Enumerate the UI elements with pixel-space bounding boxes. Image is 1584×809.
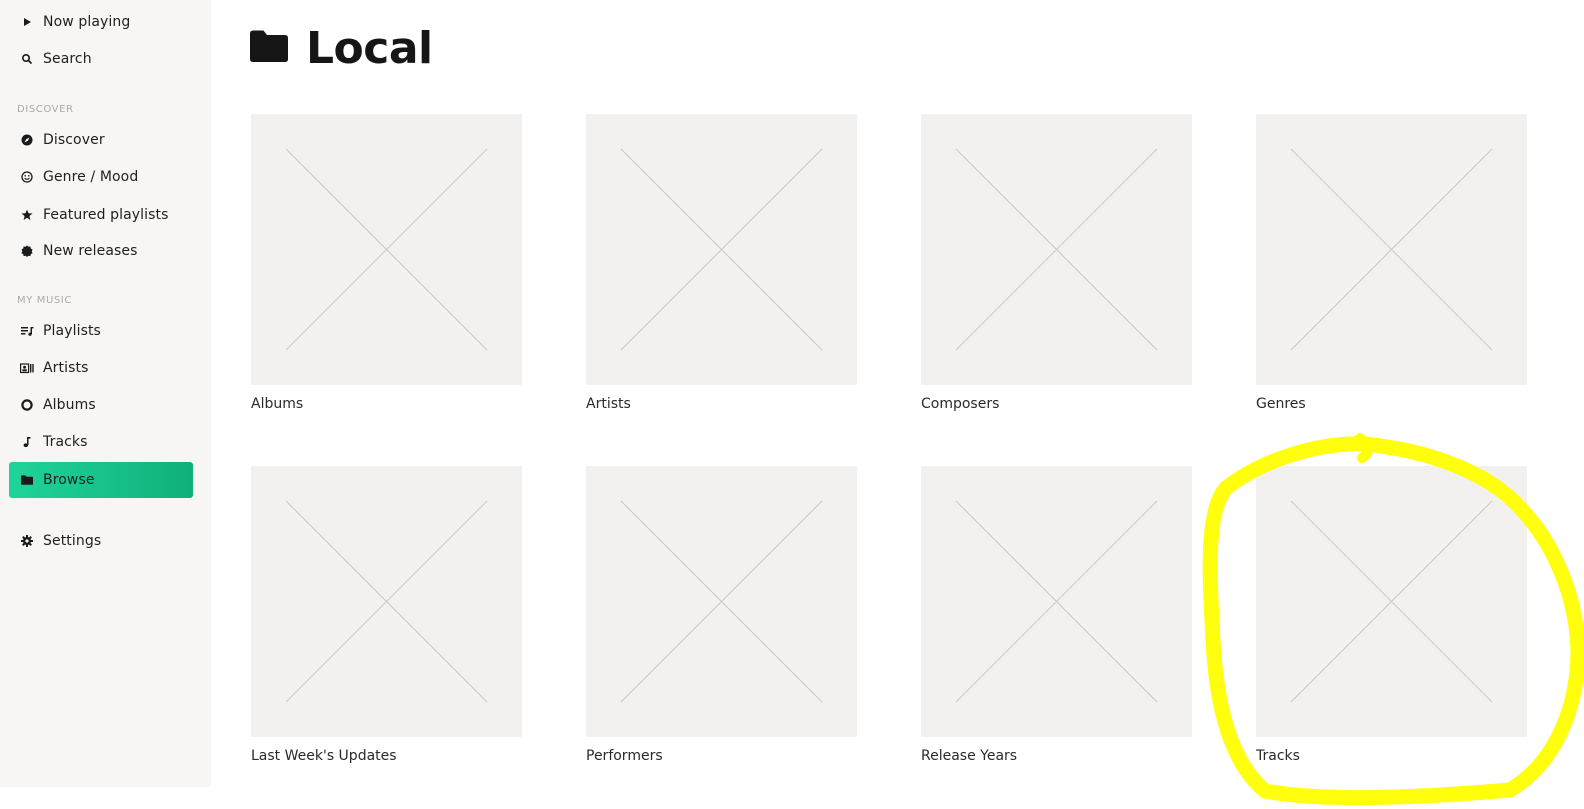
placeholder-image <box>586 114 857 385</box>
nav-search[interactable]: Search <box>9 41 193 77</box>
new-badge-icon <box>20 245 34 257</box>
nav-new-releases[interactable]: New releases <box>9 233 193 269</box>
tile-label: Genres <box>1256 396 1306 412</box>
tile-label: Tracks <box>1256 748 1300 764</box>
music-note-icon <box>20 436 34 448</box>
compass-icon <box>20 134 34 146</box>
section-label-discover: DISCOVER <box>17 104 74 115</box>
browse-tile-genres[interactable]: Genres <box>1256 114 1527 412</box>
nav-discover[interactable]: Discover <box>9 122 193 158</box>
browse-tile-composers[interactable]: Composers <box>921 114 1192 412</box>
album-icon <box>20 399 34 411</box>
section-label-my-music: MY MUSIC <box>17 295 72 306</box>
page-title: Local <box>250 18 433 78</box>
placeholder-image <box>1256 114 1527 385</box>
browse-tile-release-years[interactable]: Release Years <box>921 466 1192 764</box>
placeholder-image <box>921 114 1192 385</box>
folder-icon <box>20 475 34 485</box>
placeholder-image <box>1256 466 1527 737</box>
nav-label: Genre / Mood <box>43 169 139 185</box>
nav-label: Settings <box>43 533 102 549</box>
browse-tile-albums[interactable]: Albums <box>251 114 522 412</box>
folder-icon <box>250 30 288 66</box>
nav-now-playing[interactable]: Now playing <box>9 4 193 40</box>
nav-label: Albums <box>43 397 96 413</box>
nav-label: New releases <box>43 243 138 259</box>
tile-label: Last Week's Updates <box>251 748 397 764</box>
tile-label: Artists <box>586 396 631 412</box>
tile-label: Albums <box>251 396 304 412</box>
tile-label: Performers <box>586 748 663 764</box>
browse-tile-performers[interactable]: Performers <box>586 466 857 764</box>
search-icon <box>20 53 34 65</box>
nav-genre-mood[interactable]: Genre / Mood <box>9 159 193 195</box>
gear-icon <box>20 535 34 547</box>
nav-settings[interactable]: Settings <box>9 523 193 559</box>
play-icon <box>20 17 34 27</box>
artist-card-icon <box>20 362 34 374</box>
nav-label: Search <box>43 51 92 67</box>
nav-tracks[interactable]: Tracks <box>9 424 193 460</box>
nav-featured-playlists[interactable]: Featured playlists <box>9 197 193 233</box>
placeholder-image <box>251 114 522 385</box>
nav-albums[interactable]: Albums <box>9 387 193 423</box>
nav-playlists[interactable]: Playlists <box>9 313 193 349</box>
sidebar: Now playing Search DISCOVER Discover Gen… <box>0 0 211 787</box>
browse-tile-last-weeks-updates[interactable]: Last Week's Updates <box>251 466 522 764</box>
tile-label: Composers <box>921 396 1000 412</box>
nav-label: Tracks <box>43 434 88 450</box>
placeholder-image <box>586 466 857 737</box>
nav-label: Playlists <box>43 323 101 339</box>
browse-tile-artists[interactable]: Artists <box>586 114 857 412</box>
placeholder-image <box>251 466 522 737</box>
nav-browse[interactable]: Browse <box>9 462 193 498</box>
browse-tile-tracks[interactable]: Tracks <box>1256 466 1527 764</box>
nav-label: Browse <box>43 472 95 488</box>
playlist-icon <box>20 325 34 337</box>
star-icon <box>20 209 34 221</box>
nav-label: Featured playlists <box>43 207 169 223</box>
placeholder-image <box>921 466 1192 737</box>
smiley-icon <box>20 171 34 183</box>
page-title-text: Local <box>306 22 433 74</box>
nav-label: Artists <box>43 360 89 376</box>
tile-label: Release Years <box>921 748 1018 764</box>
nav-label: Discover <box>43 132 105 148</box>
nav-label: Now playing <box>43 14 131 30</box>
nav-artists[interactable]: Artists <box>9 350 193 386</box>
